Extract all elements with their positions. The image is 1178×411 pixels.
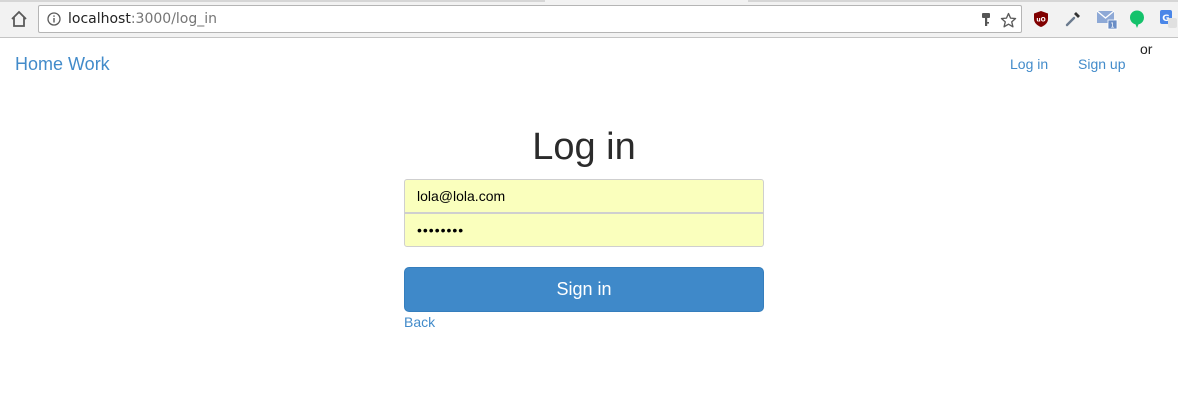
ublock-icon[interactable]: uO: [1031, 9, 1051, 29]
sign-in-button[interactable]: Sign in: [404, 267, 764, 312]
page-title: Log in: [532, 126, 636, 168]
address-bar[interactable]: localhost:3000/log_in: [38, 5, 1022, 33]
password-field[interactable]: [404, 213, 764, 247]
svg-text:uO: uO: [1036, 17, 1045, 24]
url-path: :3000/log_in: [130, 11, 218, 27]
tab-strip-edge: [0, 0, 545, 2]
eyedropper-icon[interactable]: [1063, 9, 1083, 29]
email-field[interactable]: [404, 179, 764, 213]
browser-toolbar: localhost:3000/log_in uO 1 G: [0, 0, 1178, 38]
star-icon[interactable]: [999, 11, 1017, 29]
nav-or-text: or: [1140, 41, 1153, 57]
mail-badge-count: 1: [1110, 22, 1114, 30]
home-icon[interactable]: [8, 8, 30, 30]
mail-icon[interactable]: 1: [1094, 9, 1120, 30]
info-icon[interactable]: [47, 12, 61, 26]
url-text: localhost:3000/log_in: [68, 11, 217, 27]
nav-log-in-link[interactable]: Log in: [1010, 56, 1048, 72]
translate-icon[interactable]: G: [1158, 9, 1178, 29]
back-link[interactable]: Back: [404, 314, 435, 330]
tab-strip-edge-right: [748, 0, 1178, 2]
brand-link[interactable]: Home Work: [15, 54, 110, 75]
key-icon[interactable]: [979, 12, 993, 28]
green-circle-icon[interactable]: [1127, 9, 1147, 29]
url-host: localhost: [68, 11, 131, 27]
nav-sign-up-link[interactable]: Sign up: [1078, 56, 1125, 72]
